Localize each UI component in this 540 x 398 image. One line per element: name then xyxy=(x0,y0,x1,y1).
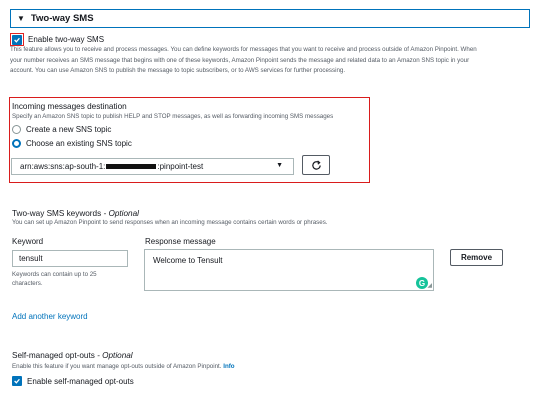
checkmark-icon xyxy=(14,37,20,43)
constraint-line: Keywords can contain up to 25 xyxy=(12,271,97,278)
enable-two-way-label: Enable two-way SMS xyxy=(28,35,105,44)
checkmark-icon xyxy=(14,378,20,384)
keyword-column-label: Keyword xyxy=(12,237,44,246)
self-managed-opt-outs-label: Enable self-managed opt-outs xyxy=(27,377,134,386)
radio-choose-existing-label: Choose an existing SNS topic xyxy=(26,139,132,148)
keyword-value: tensult xyxy=(19,254,43,263)
grammarly-icon[interactable]: G xyxy=(416,277,428,289)
radio-create-new-label: Create a new SNS topic xyxy=(26,125,112,134)
self-managed-opt-outs-checkbox[interactable] xyxy=(12,376,22,386)
redacted-account-id xyxy=(106,164,157,169)
opt-outs-title: Self-managed opt-outs - Optional xyxy=(12,351,133,360)
remove-keyword-button[interactable]: Remove xyxy=(450,249,503,266)
radio-create-new-topic[interactable] xyxy=(12,125,21,134)
caret-down-icon: ▼ xyxy=(17,14,25,23)
section-title: Two-way SMS xyxy=(30,13,94,24)
refresh-icon xyxy=(311,159,321,170)
response-value: Welcome to Tensult xyxy=(153,256,223,265)
response-message-textarea[interactable]: Welcome to Tensult G ◢ xyxy=(144,249,434,291)
resize-handle-icon[interactable]: ◢ xyxy=(427,282,432,289)
opt-outs-title-text: Self-managed opt-outs xyxy=(12,351,95,360)
enable-two-way-description: This feature allows you to receive and p… xyxy=(10,45,535,77)
sns-topic-select[interactable]: arn:aws:sns:ap-south-1: :pinpoint-test ▼ xyxy=(11,158,294,175)
info-link[interactable]: Info xyxy=(223,363,234,370)
description-line: account. You can use Amazon SNS to publi… xyxy=(10,67,346,74)
description-line: This feature allows you to receive and p… xyxy=(10,46,477,53)
opt-outs-description-text: Enable this feature if you want manage o… xyxy=(12,363,222,370)
optional-tag: - Optional xyxy=(101,209,139,218)
destination-description: Specify an Amazon SNS topic to publish H… xyxy=(12,113,334,120)
keywords-title-text: Two-way SMS keywords xyxy=(12,209,102,218)
radio-choose-existing-topic[interactable] xyxy=(12,139,21,148)
topic-arn-suffix: :pinpoint-test xyxy=(157,162,204,171)
two-way-sms-section-header[interactable]: ▼ Two-way SMS xyxy=(10,9,530,28)
keyword-input[interactable]: tensult xyxy=(12,250,128,267)
response-column-label: Response message xyxy=(145,237,216,246)
add-another-keyword-link[interactable]: Add another keyword xyxy=(12,312,88,321)
constraint-line: characters. xyxy=(12,280,43,287)
keyword-constraint: Keywords can contain up to 25 characters… xyxy=(12,270,97,288)
refresh-button[interactable] xyxy=(302,155,330,175)
description-line: your number receives an SMS message that… xyxy=(10,56,470,64)
keywords-title: Two-way SMS keywords - Optional xyxy=(12,209,139,218)
caret-down-icon: ▼ xyxy=(276,162,283,169)
keywords-description: You can set up Amazon Pinpoint to send r… xyxy=(12,219,328,226)
topic-arn-prefix: arn:aws:sns:ap-south-1: xyxy=(20,162,106,171)
destination-title: Incoming messages destination xyxy=(12,102,127,111)
enable-two-way-checkbox[interactable] xyxy=(12,35,22,45)
opt-outs-description: Enable this feature if you want manage o… xyxy=(12,363,235,370)
optional-tag: - Optional xyxy=(94,351,133,360)
